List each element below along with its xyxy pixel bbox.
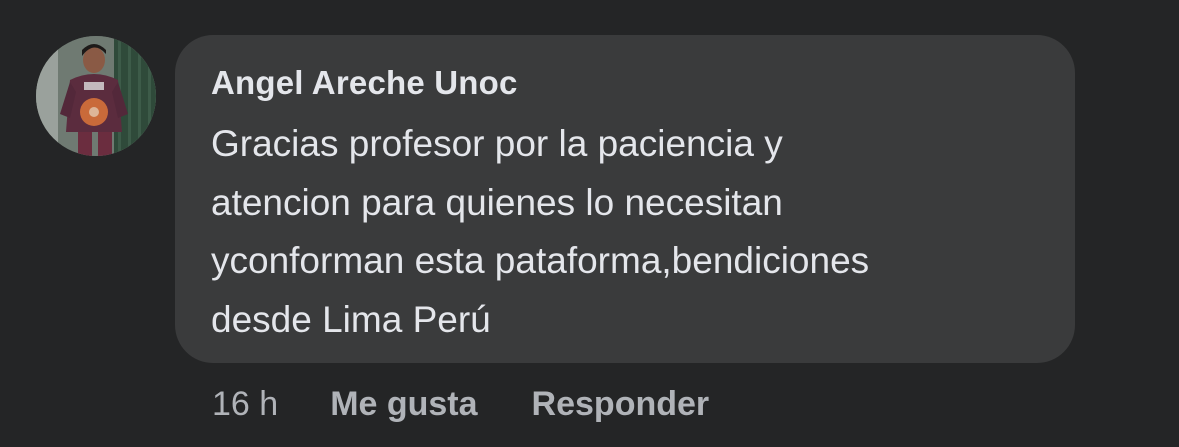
comment-text: Gracias profesor por la paciencia y aten…: [211, 123, 870, 340]
comment-author[interactable]: Angel Areche Unoc: [211, 63, 518, 103]
avatar[interactable]: [36, 36, 156, 156]
comment: Angel Areche Unoc Gracias profesor por l…: [0, 0, 1179, 447]
comment-bubble: Angel Areche Unoc Gracias profesor por l…: [175, 35, 1075, 363]
comment-timestamp[interactable]: 16 h: [212, 385, 278, 424]
avatar-photo: [36, 36, 156, 156]
reply-button[interactable]: Responder: [532, 385, 710, 424]
comment-actions: 16 h Me gusta Responder: [212, 380, 709, 428]
like-button[interactable]: Me gusta: [330, 385, 477, 424]
